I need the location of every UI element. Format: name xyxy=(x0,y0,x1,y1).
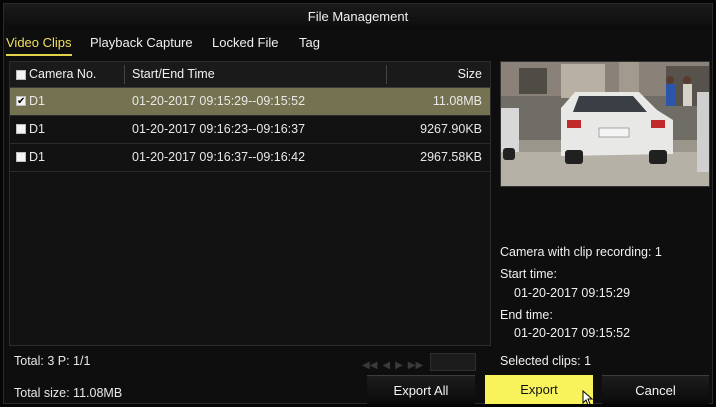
column-header-time[interactable]: Start/End Time xyxy=(132,62,215,87)
export-all-button[interactable]: Export All xyxy=(367,375,475,404)
prev-page-icon[interactable]: ◀ xyxy=(382,360,390,371)
row-time: 01-20-2017 09:16:37--09:16:42 xyxy=(132,150,306,164)
total-page-status: Total: 3 P: 1/1 xyxy=(14,354,91,368)
tab-video-clips[interactable]: Video Clips xyxy=(6,32,72,56)
tab-tag[interactable]: Tag xyxy=(299,32,320,54)
next-page-icon[interactable]: ▶ xyxy=(395,360,403,371)
start-time-value: 01-20-2017 09:15:29 xyxy=(514,286,631,300)
tab-playback-capture[interactable]: Playback Capture xyxy=(90,32,193,54)
column-divider xyxy=(386,65,387,84)
end-time-value: 01-20-2017 09:15:52 xyxy=(514,326,631,340)
cancel-button[interactable]: Cancel xyxy=(602,375,709,404)
table-row[interactable]: D1 01-20-2017 09:16:37--09:16:42 2967.58… xyxy=(10,144,490,172)
select-all-checkbox[interactable] xyxy=(16,70,26,80)
preview-image xyxy=(501,62,709,186)
tab-locked-file[interactable]: Locked File xyxy=(212,32,278,54)
last-page-icon[interactable]: ▶▶ xyxy=(408,360,423,371)
row-camera: D1 xyxy=(29,150,45,164)
row-time: 01-20-2017 09:15:29--09:15:52 xyxy=(132,94,306,108)
clip-recording-count: Camera with clip recording: 1 xyxy=(500,245,662,259)
table-row[interactable]: D1 01-20-2017 09:16:23--09:16:37 9267.90… xyxy=(10,116,490,144)
first-page-icon[interactable]: ◀◀ xyxy=(362,360,377,371)
export-button[interactable]: Export xyxy=(485,375,593,404)
column-divider xyxy=(124,65,125,84)
row-camera: D1 xyxy=(29,94,45,108)
window-title: File Management xyxy=(4,4,712,30)
row-checkbox-checked[interactable]: ✔ xyxy=(16,96,26,107)
row-size: 11.08MB xyxy=(432,94,482,108)
tab-bar: Video Clips Playback Capture Locked File… xyxy=(4,32,712,56)
file-management-window: File Management Video Clips Playback Cap… xyxy=(3,3,713,406)
row-time: 01-20-2017 09:16:23--09:16:37 xyxy=(132,122,306,136)
row-checkbox[interactable] xyxy=(16,152,26,162)
page-number-input[interactable] xyxy=(430,353,476,371)
list-header: Camera No. Start/End Time Size xyxy=(10,62,490,88)
row-camera: D1 xyxy=(29,122,45,136)
video-preview xyxy=(500,61,710,187)
row-size: 9267.90KB xyxy=(420,122,482,136)
row-size: 2967.58KB xyxy=(420,150,482,164)
row-checkbox[interactable] xyxy=(16,124,26,134)
table-row[interactable]: ✔ D1 01-20-2017 09:15:29--09:15:52 11.08… xyxy=(10,88,490,116)
file-list: Camera No. Start/End Time Size ✔ D1 01-2… xyxy=(9,61,491,346)
column-header-size[interactable]: Size xyxy=(458,62,482,87)
pagination-controls: ◀◀ ◀ ▶ ▶▶ xyxy=(362,355,428,373)
end-time-label: End time: xyxy=(500,308,553,322)
selected-clips-count: Selected clips: 1 xyxy=(500,354,592,368)
mouse-cursor-icon xyxy=(582,390,594,406)
column-header-camera[interactable]: Camera No. xyxy=(29,62,96,87)
start-time-label: Start time: xyxy=(500,267,557,281)
total-size-status: Total size: 11.08MB xyxy=(14,386,123,400)
